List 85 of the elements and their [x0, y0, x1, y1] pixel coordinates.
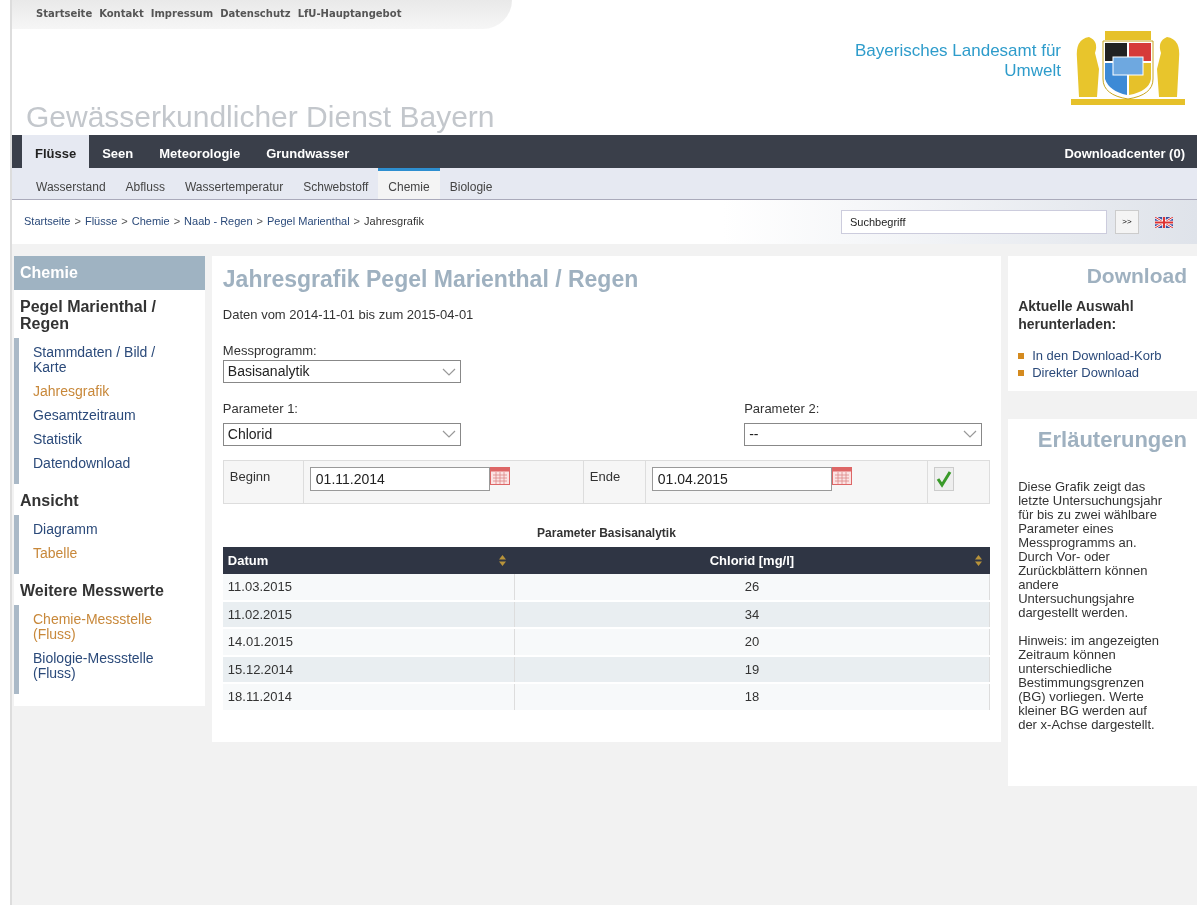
breadcrumb-link[interactable]: Chemie [131, 213, 170, 230]
nav-tab[interactable]: Meteorologie [146, 134, 254, 168]
sort-icon[interactable] [974, 554, 982, 566]
breadcrumb-separator: > [74, 214, 81, 230]
table-cell: 34 [744, 606, 760, 622]
chevron-down-icon [441, 430, 456, 439]
breadcrumb-link[interactable]: Pegel Marienthal [267, 213, 350, 230]
nav-tab[interactable]: Flüsse [22, 134, 90, 168]
field-label: Parameter 1: [222, 400, 299, 419]
nav-tab[interactable]: Grundwasser [253, 134, 363, 168]
download-link[interactable]: In den Download-Korb [1032, 347, 1162, 364]
page-heading: Jahresgrafik Pegel Marienthal / Regen [222, 265, 640, 294]
breadcrumb-link[interactable]: Naab - Regen [184, 213, 253, 230]
calendar-icon[interactable] [831, 466, 852, 485]
bullet-icon [1018, 369, 1025, 376]
date-field[interactable]: 01.11.2014 [309, 466, 490, 491]
sidebar-heading: Ansicht [19, 490, 80, 511]
field-label: Beginn [229, 468, 271, 484]
apply-button[interactable] [933, 466, 954, 491]
period-text: Daten vom 2014-11-01 bis zum 2015-04-01 [222, 306, 475, 325]
coat-of-arms-icon [1069, 28, 1187, 105]
downloadcenter-link[interactable]: Downloadcenter (0) [1052, 134, 1197, 168]
column-header[interactable]: Chlorid [mg/l] [709, 552, 795, 568]
table-cell: 18.11.2014 [227, 689, 292, 705]
breadcrumb-separator: > [121, 214, 128, 230]
table-cell: 18 [744, 689, 760, 705]
organization-name: Bayerisches Landesamt für Umwelt [854, 40, 1061, 81]
breadcrumb-separator: > [353, 214, 361, 230]
field-label: Ende [589, 468, 621, 484]
bullet-icon [1018, 352, 1025, 359]
table-cell: 15.12.2014 [227, 661, 293, 677]
sub-nav-tab[interactable]: Abfluss [115, 167, 175, 199]
breadcrumb-separator: > [173, 214, 181, 230]
search-field[interactable]: Suchbegriff [841, 209, 1107, 234]
sidebar-link[interactable]: Gesamtzeitraum [33, 407, 183, 423]
sidebar-title: Chemie [14, 255, 205, 290]
table-cell: 11.02.2015 [227, 606, 292, 622]
explanation-text: Diese Grafik zeigt das letzte Untersuchungsjahr für bis zu zwei wählbare Parameter eines Messprogramms an. Durch Vor- oder Zurückblättern können andere Untersuchungsjahre dargestellt werden. [1018, 480, 1163, 620]
select-field[interactable]: Basisanalytik [222, 360, 461, 384]
search-button[interactable]: >> [1115, 209, 1139, 234]
sidebar-link[interactable]: Statistik [33, 431, 183, 447]
table-cell: 19 [744, 661, 760, 677]
breadcrumb-link[interactable]: Flüsse [84, 213, 118, 230]
site-title: Gewässerkundlicher Dienst Bayern [25, 98, 496, 135]
panel-title: Download [1085, 262, 1187, 289]
sidebar-link[interactable]: Stammdaten / Bild / Karte [33, 344, 183, 375]
explanation-text: Hinweis: im angezeigten Zeitraum können unterschiedliche Bestimmungsgrenzen (BG) vorliegen. Werte kleiner BG werden auf der x-Achse dargestellt. [1018, 634, 1161, 732]
table-cell: 14.01.2015 [227, 634, 293, 650]
breadcrumb-separator: > [256, 214, 264, 230]
breadcrumb-link[interactable]: Startseite [24, 213, 71, 230]
top-link[interactable]: Kontakt [99, 8, 144, 19]
chevron-down-icon [963, 430, 978, 439]
field-label: Parameter 2: [744, 400, 821, 419]
breadcrumb-current: Jahresgrafik [364, 214, 424, 230]
sidebar-link[interactable]: Diagramm [33, 521, 183, 537]
table-cell: 20 [744, 634, 760, 650]
calendar-icon[interactable] [489, 466, 510, 485]
date-field[interactable]: 01.04.2015 [651, 466, 832, 491]
panel-subtitle: Aktuelle Auswahl herunterladen: [1018, 297, 1135, 333]
sort-icon[interactable] [499, 554, 507, 566]
download-link[interactable]: Direkter Download [1032, 364, 1140, 381]
sidebar-link[interactable]: Datendownload [33, 455, 183, 471]
select-field[interactable]: -- [744, 422, 983, 446]
sidebar-heading: Pegel Marienthal / Regen [19, 296, 158, 334]
sub-nav-tab[interactable]: Chemie [378, 167, 440, 199]
select-field[interactable]: Chlorid [222, 422, 461, 446]
nav-tab[interactable]: Seen [89, 134, 147, 168]
table-cell: 26 [744, 579, 760, 595]
top-link[interactable]: Startseite [36, 8, 93, 19]
panel-title: Erläuterungen [1036, 426, 1187, 454]
sub-nav-tab[interactable]: Schwebstoff [293, 167, 379, 199]
chevron-down-icon [441, 367, 456, 376]
field-label: Messprogramm: [222, 341, 318, 360]
table-cell: 11.03.2015 [227, 579, 292, 595]
sidebar-link[interactable]: Biologie-Messstelle (Fluss) [33, 650, 183, 681]
uk-flag-icon[interactable] [1155, 216, 1173, 228]
top-link[interactable]: Datenschutz [220, 8, 291, 19]
sub-nav-tab[interactable]: Wassertemperatur [174, 167, 294, 199]
sub-nav-tab[interactable]: Biologie [439, 167, 503, 199]
top-link[interactable]: Impressum [150, 8, 214, 19]
top-link[interactable]: LfU-Hauptangebot [297, 8, 402, 19]
table-caption: Parameter Basisanalytik [536, 524, 677, 542]
sub-nav-tab[interactable]: Wasserstand [26, 167, 116, 199]
sidebar-heading: Weitere Messwerte [19, 580, 165, 601]
column-header[interactable]: Datum [227, 552, 269, 568]
